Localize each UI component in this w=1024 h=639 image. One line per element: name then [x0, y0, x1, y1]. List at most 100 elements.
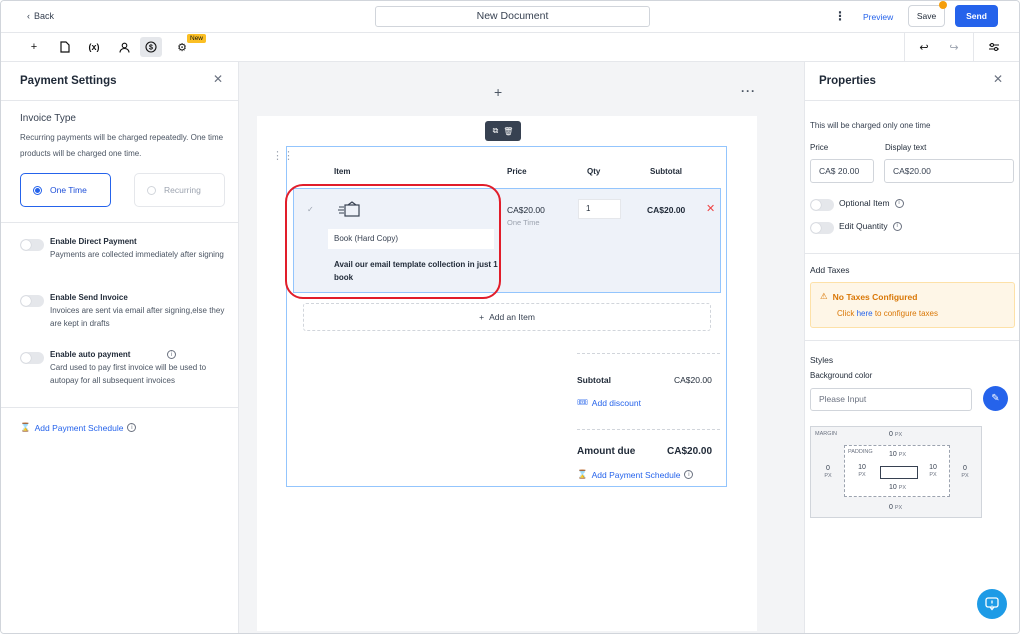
divider: [805, 100, 1019, 101]
margin-top-number: 0: [889, 431, 893, 438]
toggle-desc: Invoices are sent via email after signin…: [50, 306, 225, 328]
panel-title: Properties: [819, 75, 876, 87]
one-time-option[interactable]: One Time: [20, 173, 111, 207]
click-prefix: Click: [837, 309, 855, 318]
optional-item-label: Optional Item: [839, 198, 890, 208]
padding-top-value[interactable]: 10 PX: [889, 451, 906, 458]
amount-due-value: CA$20.00: [667, 446, 713, 457]
remove-row-icon[interactable]: ✕: [706, 202, 715, 215]
unsaved-indicator: [939, 1, 947, 9]
dollar-icon[interactable]: $: [140, 37, 162, 57]
unit-label: PX: [858, 472, 866, 478]
color-picker-icon[interactable]: ✎: [983, 386, 1008, 411]
document-title-input[interactable]: New Document: [375, 6, 650, 27]
plus-icon[interactable]: +: [23, 37, 45, 57]
toggle-label: Enable Send Invoice: [50, 293, 128, 302]
send-invoice-toggle[interactable]: [20, 295, 44, 307]
add-block-icon[interactable]: +: [494, 84, 502, 100]
copy-icon[interactable]: ⧉: [493, 126, 499, 136]
optional-item-toggle[interactable]: [810, 199, 834, 211]
padding-bottom-value[interactable]: 10 PX: [889, 484, 906, 491]
block-toolbar: ⧉ 🗑: [485, 121, 521, 141]
configure-taxes-link[interactable]: here: [857, 309, 873, 318]
styles-title: Styles: [810, 355, 834, 365]
add-payment-schedule-label: Add Payment Schedule: [34, 422, 124, 433]
header-subtotal: Subtotal: [650, 167, 682, 176]
help-chat-icon[interactable]: [977, 589, 1007, 619]
tax-warning-box: ⚠ No Taxes Configured Click here to conf…: [810, 282, 1015, 328]
divider: [1, 100, 239, 101]
more-options-icon[interactable]: ⋮: [834, 9, 846, 23]
margin-bottom-value[interactable]: 0 PX: [889, 504, 902, 511]
info-icon[interactable]: i: [894, 198, 904, 208]
product-list-block[interactable]: Item Price Qty Subtotal ✓ Book (Hard Cop…: [285, 146, 727, 487]
toggle-label: Enable Direct Payment: [50, 237, 137, 246]
radio-selected-icon: [33, 185, 42, 195]
subtotal-value: CA$20.00: [674, 375, 712, 385]
padding-top-number: 10: [889, 451, 897, 458]
margin-right-value[interactable]: 0 PX: [960, 465, 970, 479]
plus-icon: +: [479, 312, 485, 322]
settings-sliders-icon[interactable]: [983, 37, 1005, 57]
divider: [1, 407, 239, 408]
toggle-desc: Payments are collected immediately after…: [50, 250, 224, 259]
send-button[interactable]: Send: [955, 5, 998, 27]
table-row[interactable]: ✓ Book (Hard Copy) Avail our email templ…: [285, 184, 721, 299]
redo-icon[interactable]: ↪: [943, 37, 965, 57]
padding-right-value[interactable]: 10 PX: [926, 464, 940, 478]
quantity-input[interactable]: 1: [578, 199, 621, 219]
panel-title: Payment Settings: [20, 75, 117, 87]
auto-payment-toggle[interactable]: [20, 352, 44, 364]
header-item: Item: [334, 167, 351, 176]
padding-left-value[interactable]: 10 PX: [855, 464, 869, 478]
unit-label: PX: [929, 472, 937, 478]
direct-payment-toggle[interactable]: [20, 239, 44, 251]
invoice-type-title: Invoice Type: [20, 113, 76, 124]
unit-label: PX: [894, 505, 903, 511]
page-icon[interactable]: [54, 37, 76, 57]
margin-left-value[interactable]: 0 PX: [823, 465, 833, 479]
close-icon[interactable]: ✕: [993, 72, 1003, 86]
add-payment-schedule-link[interactable]: ⌛ Add Payment Schedule i: [20, 422, 137, 433]
back-button[interactable]: ‹ Back: [27, 11, 54, 21]
product-price: CA$20.00: [507, 205, 545, 215]
add-payment-schedule-link[interactable]: ⌛ Add Payment Schedule i: [577, 469, 694, 480]
ticket-icon: 🎟: [577, 397, 588, 407]
add-item-button[interactable]: + Add an Item: [303, 303, 711, 331]
padding-label: PADDING: [848, 449, 873, 455]
info-icon[interactable]: i: [127, 423, 137, 432]
more-options-icon[interactable]: ···: [741, 84, 756, 98]
hourglass-icon: ⌛: [20, 422, 31, 432]
display-text-input[interactable]: CA$20.00: [884, 159, 1014, 183]
info-icon[interactable]: i: [892, 221, 902, 231]
add-discount-link[interactable]: 🎟 Add discount: [577, 397, 641, 408]
unit-label: PX: [961, 473, 969, 479]
trash-icon[interactable]: 🗑: [503, 127, 513, 136]
add-taxes-title: Add Taxes: [810, 265, 850, 275]
margin-top-value[interactable]: 0 PX: [889, 431, 902, 438]
info-icon[interactable]: i: [684, 470, 694, 479]
background-color-input[interactable]: Please Input: [810, 388, 972, 411]
close-icon[interactable]: ✕: [213, 72, 223, 86]
save-button[interactable]: Save: [908, 5, 945, 27]
price-input[interactable]: CA$ 20.00: [810, 159, 874, 183]
no-taxes-label: No Taxes Configured: [832, 291, 918, 302]
box-model-editor: MARGIN 0 PX 0 PX 0 PX 0 PX PADDING 10 PX 1…: [810, 426, 982, 518]
configure-suffix: to configure taxes: [874, 309, 938, 318]
divider: [1, 222, 239, 223]
recurring-option[interactable]: Recurring: [134, 173, 225, 207]
edit-quantity-label: Edit Quantity: [839, 221, 888, 231]
user-icon[interactable]: [113, 37, 135, 57]
variable-icon[interactable]: (x): [83, 37, 105, 57]
toolbar-divider: [904, 33, 905, 62]
preview-button[interactable]: Preview: [863, 12, 893, 22]
price-label: Price: [810, 143, 829, 152]
back-label: Back: [34, 11, 55, 21]
add-item-label: Add an Item: [489, 312, 535, 322]
divider: [805, 253, 1019, 254]
undo-icon[interactable]: ↩: [913, 37, 935, 57]
edit-quantity-toggle[interactable]: [810, 222, 834, 234]
toggle-label: Enable auto payment: [50, 350, 131, 359]
app-window: ‹ Back New Document ⋮ Preview Save Send …: [0, 0, 1020, 634]
info-icon[interactable]: i: [167, 350, 176, 359]
